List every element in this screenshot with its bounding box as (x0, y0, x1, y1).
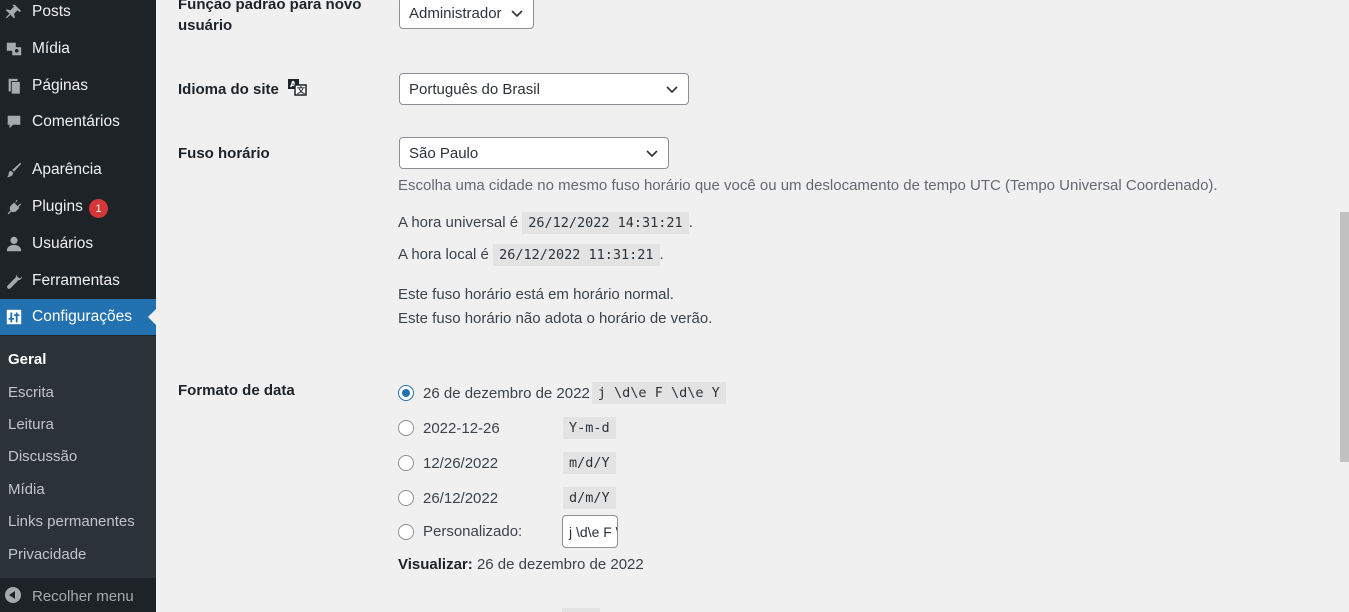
local-time-line: A hora local é 26/12/2022 11:31:21. (398, 244, 664, 266)
default-role-select[interactable]: Administrador (399, 0, 534, 29)
settings-submenu: Geral Escrita Leitura Discussão Mídia Li… (0, 336, 156, 578)
svg-text:文: 文 (297, 85, 306, 95)
submenu-reading[interactable]: Leitura (8, 416, 54, 433)
site-language-select[interactable]: Português do Brasil (399, 73, 689, 105)
submenu-privacy[interactable]: Privacidade (8, 546, 86, 563)
timezone-note-standard: Este fuso horário está em horário normal… (398, 286, 674, 303)
submenu-discussion[interactable]: Discussão (8, 448, 77, 465)
menu-item-posts[interactable]: Posts (0, 0, 156, 30)
submenu-permalinks[interactable]: Links permanentes (8, 513, 135, 530)
submenu-media[interactable]: Mídia (8, 481, 45, 498)
plugin-update-badge: 1 (89, 199, 108, 218)
radio-button[interactable] (398, 490, 414, 506)
plugin-icon (4, 197, 24, 217)
timezone-select[interactable]: São Paulo (399, 137, 669, 169)
date-format-option[interactable]: 2022-12-26 Y-m-d (398, 417, 616, 439)
utc-time-line: A hora universal é 26/12/2022 14:31:21. (398, 212, 693, 234)
chevron-down-icon (511, 10, 523, 18)
site-language-label: Idioma do site A文 (178, 78, 307, 102)
timezone-note-dst: Este fuso horário não adota o horário de… (398, 310, 713, 327)
menu-item-comments[interactable]: Comentários (0, 104, 156, 140)
wrench-icon (4, 271, 24, 291)
timezone-label: Fuso horário (178, 145, 270, 162)
radio-button[interactable] (398, 523, 414, 540)
menu-item-media[interactable]: Mídia (0, 31, 156, 67)
submenu-writing[interactable]: Escrita (8, 384, 54, 401)
submenu-general[interactable]: Geral (8, 351, 46, 368)
menu-item-appearance[interactable]: Aparência (0, 152, 156, 188)
admin-sidebar: Posts Mídia Páginas Comentários Aparênci… (0, 0, 156, 612)
pages-icon (4, 76, 24, 96)
translation-icon: A文 (287, 78, 307, 102)
menu-item-plugins[interactable]: Plugins (0, 189, 156, 225)
collapse-arrow-icon (5, 587, 21, 603)
pin-icon (4, 2, 24, 22)
utc-time-value: 26/12/2022 14:31:21 (522, 212, 689, 234)
radio-button[interactable] (398, 455, 414, 471)
collapse-menu-button[interactable]: Recolher menu (0, 578, 156, 612)
radio-button[interactable] (398, 420, 414, 436)
date-format-option[interactable]: 12/26/2022 m/d/Y (398, 452, 616, 474)
date-format-code: d/m/Y (563, 487, 616, 509)
page-scrollbar[interactable] (1340, 212, 1349, 462)
local-time-value: 26/12/2022 11:31:21 (493, 244, 660, 266)
menu-item-settings[interactable]: Configurações (0, 299, 156, 335)
date-format-code: m/d/Y (563, 452, 616, 474)
timezone-description: Escolha uma cidade no mesmo fuso horário… (398, 177, 1218, 194)
paintbrush-icon (4, 160, 24, 180)
date-format-code: j \d\e F \d\e Y (591, 382, 726, 404)
next-row-code-fragment (562, 608, 600, 612)
custom-date-format-input[interactable]: j \d\e F \d\e Y (562, 515, 618, 548)
user-icon (4, 234, 24, 254)
default-role-label: Função padrão para novo usuário (178, 0, 362, 34)
menu-item-users[interactable]: Usuários (0, 226, 156, 262)
date-format-option[interactable]: 26 de dezembro de 2022 j \d\e F \d\e Y (398, 382, 726, 404)
radio-button[interactable] (398, 385, 414, 401)
date-format-code: Y-m-d (563, 417, 616, 439)
menu-item-pages[interactable]: Páginas (0, 68, 156, 104)
chevron-down-icon (666, 86, 678, 94)
date-format-option-custom[interactable]: Personalizado: (398, 523, 522, 540)
media-icon (4, 39, 24, 59)
date-format-label: Formato de data (178, 382, 295, 399)
settings-icon (4, 307, 24, 327)
date-format-preview: Visualizar: 26 de dezembro de 2022 (398, 556, 644, 573)
comments-icon (4, 112, 24, 132)
menu-item-tools[interactable]: Ferramentas (0, 263, 156, 299)
chevron-down-icon (646, 150, 658, 158)
date-format-option[interactable]: 26/12/2022 d/m/Y (398, 487, 616, 509)
